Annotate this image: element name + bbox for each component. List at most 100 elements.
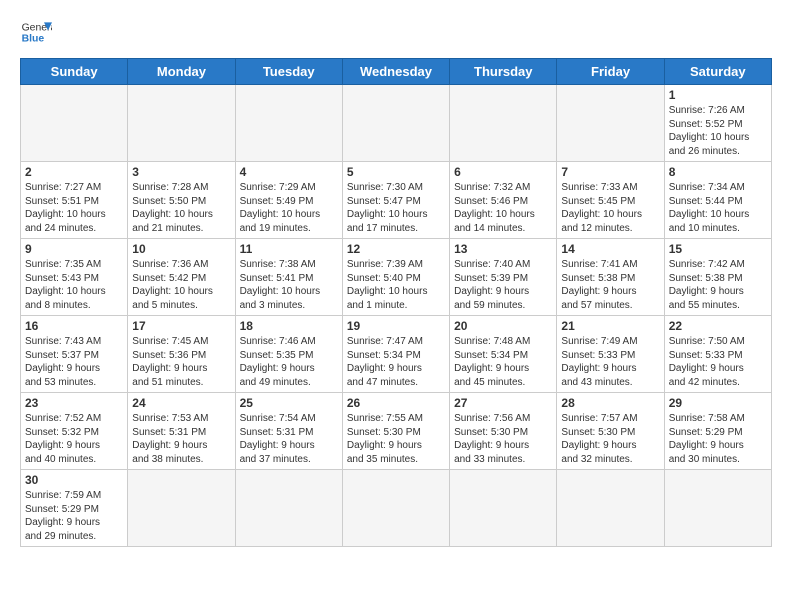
- calendar-cell: 12Sunrise: 7:39 AM Sunset: 5:40 PM Dayli…: [342, 239, 449, 316]
- calendar-cell: 20 Sunrise: 7:48 AM Sunset: 5:34 PM Dayli…: [450, 316, 557, 393]
- day-number: 25: [240, 396, 338, 410]
- day-number: 1: [669, 88, 767, 102]
- day-number: 19: [347, 319, 445, 333]
- calendar-cell: [342, 85, 449, 162]
- weekday-header-tuesday: Tuesday: [235, 59, 342, 85]
- day-number: 20: [454, 319, 552, 333]
- day-number: 6: [454, 165, 552, 179]
- calendar-cell: 29 Sunrise: 7:58 AM Sunset: 5:29 PM Dayli…: [664, 393, 771, 470]
- calendar-cell: [450, 85, 557, 162]
- weekday-header-monday: Monday: [128, 59, 235, 85]
- day-info: Sunrise: 7:58 AM Sunset: 5:29 PM Dayligh…: [669, 412, 767, 466]
- calendar-cell: 16Sunrise: 7:43 AM Sunset: 5:37 PM Dayli…: [21, 316, 128, 393]
- generalblue-logo-icon: General Blue: [20, 16, 52, 48]
- day-number: 2: [25, 165, 123, 179]
- calendar-cell: 5Sunrise: 7:30 AM Sunset: 5:47 PM Daylig…: [342, 162, 449, 239]
- calendar-cell: 4 Sunrise: 7:29 AM Sunset: 5:49 PM Daylig…: [235, 162, 342, 239]
- calendar-cell: [557, 85, 664, 162]
- calendar-cell: 15 Sunrise: 7:42 AM Sunset: 5:38 PM Dayli…: [664, 239, 771, 316]
- calendar-cell: 11 Sunrise: 7:38 AM Sunset: 5:41 PM Dayli…: [235, 239, 342, 316]
- day-info: Sunrise: 7:45 AM Sunset: 5:36 PM Dayligh…: [132, 335, 230, 389]
- calendar-cell: 18 Sunrise: 7:46 AM Sunset: 5:35 PM Dayli…: [235, 316, 342, 393]
- day-number: 26: [347, 396, 445, 410]
- calendar-cell: 19 Sunrise: 7:47 AM Sunset: 5:34 PM Dayli…: [342, 316, 449, 393]
- day-info: Sunrise: 7:34 AM Sunset: 5:44 PM Dayligh…: [669, 181, 767, 235]
- day-info: Sunrise: 7:36 AM Sunset: 5:42 PM Dayligh…: [132, 258, 230, 312]
- day-number: 24: [132, 396, 230, 410]
- day-info: Sunrise: 7:42 AM Sunset: 5:38 PM Dayligh…: [669, 258, 767, 312]
- weekday-header-row: SundayMondayTuesdayWednesdayThursdayFrid…: [21, 59, 772, 85]
- week-row-2: 9 Sunrise: 7:35 AM Sunset: 5:43 PM Daylig…: [21, 239, 772, 316]
- day-info: Sunrise: 7:32 AM Sunset: 5:46 PM Dayligh…: [454, 181, 552, 235]
- day-info: Sunrise: 7:33 AM Sunset: 5:45 PM Dayligh…: [561, 181, 659, 235]
- calendar-cell: 25Sunrise: 7:54 AM Sunset: 5:31 PM Dayli…: [235, 393, 342, 470]
- day-info: Sunrise: 7:30 AM Sunset: 5:47 PM Dayligh…: [347, 181, 445, 235]
- calendar-cell: [21, 85, 128, 162]
- day-number: 28: [561, 396, 659, 410]
- calendar-cell: [342, 470, 449, 547]
- calendar-cell: 9 Sunrise: 7:35 AM Sunset: 5:43 PM Daylig…: [21, 239, 128, 316]
- calendar-cell: 3 Sunrise: 7:28 AM Sunset: 5:50 PM Daylig…: [128, 162, 235, 239]
- day-number: 7: [561, 165, 659, 179]
- day-info: Sunrise: 7:53 AM Sunset: 5:31 PM Dayligh…: [132, 412, 230, 466]
- calendar-cell: 28 Sunrise: 7:57 AM Sunset: 5:30 PM Dayli…: [557, 393, 664, 470]
- day-info: Sunrise: 7:38 AM Sunset: 5:41 PM Dayligh…: [240, 258, 338, 312]
- day-number: 18: [240, 319, 338, 333]
- calendar-cell: 17 Sunrise: 7:45 AM Sunset: 5:36 PM Dayli…: [128, 316, 235, 393]
- day-info: Sunrise: 7:27 AM Sunset: 5:51 PM Dayligh…: [25, 181, 123, 235]
- day-number: 4: [240, 165, 338, 179]
- svg-text:Blue: Blue: [22, 34, 45, 45]
- calendar-cell: [664, 470, 771, 547]
- day-number: 9: [25, 242, 123, 256]
- week-row-3: 16Sunrise: 7:43 AM Sunset: 5:37 PM Dayli…: [21, 316, 772, 393]
- calendar-cell: 21 Sunrise: 7:49 AM Sunset: 5:33 PM Dayli…: [557, 316, 664, 393]
- calendar-cell: 1 Sunrise: 7:26 AM Sunset: 5:52 PM Daylig…: [664, 85, 771, 162]
- day-info: Sunrise: 7:50 AM Sunset: 5:33 PM Dayligh…: [669, 335, 767, 389]
- weekday-header-sunday: Sunday: [21, 59, 128, 85]
- calendar-cell: 22 Sunrise: 7:50 AM Sunset: 5:33 PM Dayli…: [664, 316, 771, 393]
- day-number: 14: [561, 242, 659, 256]
- day-info: Sunrise: 7:49 AM Sunset: 5:33 PM Dayligh…: [561, 335, 659, 389]
- weekday-header-saturday: Saturday: [664, 59, 771, 85]
- day-number: 22: [669, 319, 767, 333]
- calendar-cell: 14 Sunrise: 7:41 AM Sunset: 5:38 PM Dayli…: [557, 239, 664, 316]
- day-info: Sunrise: 7:35 AM Sunset: 5:43 PM Dayligh…: [25, 258, 123, 312]
- calendar-cell: 26Sunrise: 7:55 AM Sunset: 5:30 PM Dayli…: [342, 393, 449, 470]
- week-row-0: 1 Sunrise: 7:26 AM Sunset: 5:52 PM Daylig…: [21, 85, 772, 162]
- day-number: 11: [240, 242, 338, 256]
- calendar-cell: 8 Sunrise: 7:34 AM Sunset: 5:44 PM Daylig…: [664, 162, 771, 239]
- day-number: 17: [132, 319, 230, 333]
- logo: General Blue: [20, 16, 52, 48]
- calendar-cell: [557, 470, 664, 547]
- day-number: 29: [669, 396, 767, 410]
- day-info: Sunrise: 7:57 AM Sunset: 5:30 PM Dayligh…: [561, 412, 659, 466]
- calendar-cell: [235, 85, 342, 162]
- day-number: 3: [132, 165, 230, 179]
- day-number: 15: [669, 242, 767, 256]
- day-info: Sunrise: 7:26 AM Sunset: 5:52 PM Dayligh…: [669, 104, 767, 158]
- day-number: 21: [561, 319, 659, 333]
- day-number: 16: [25, 319, 123, 333]
- day-number: 13: [454, 242, 552, 256]
- day-info: Sunrise: 7:46 AM Sunset: 5:35 PM Dayligh…: [240, 335, 338, 389]
- weekday-header-friday: Friday: [557, 59, 664, 85]
- day-number: 23: [25, 396, 123, 410]
- day-info: Sunrise: 7:40 AM Sunset: 5:39 PM Dayligh…: [454, 258, 552, 312]
- calendar-cell: [450, 470, 557, 547]
- day-info: Sunrise: 7:41 AM Sunset: 5:38 PM Dayligh…: [561, 258, 659, 312]
- day-info: Sunrise: 7:29 AM Sunset: 5:49 PM Dayligh…: [240, 181, 338, 235]
- day-number: 27: [454, 396, 552, 410]
- week-row-4: 23 Sunrise: 7:52 AM Sunset: 5:32 PM Dayli…: [21, 393, 772, 470]
- calendar-cell: 7 Sunrise: 7:33 AM Sunset: 5:45 PM Daylig…: [557, 162, 664, 239]
- day-info: Sunrise: 7:47 AM Sunset: 5:34 PM Dayligh…: [347, 335, 445, 389]
- day-info: Sunrise: 7:52 AM Sunset: 5:32 PM Dayligh…: [25, 412, 123, 466]
- calendar-cell: 24 Sunrise: 7:53 AM Sunset: 5:31 PM Dayli…: [128, 393, 235, 470]
- calendar-cell: 23 Sunrise: 7:52 AM Sunset: 5:32 PM Dayli…: [21, 393, 128, 470]
- day-info: Sunrise: 7:48 AM Sunset: 5:34 PM Dayligh…: [454, 335, 552, 389]
- day-info: Sunrise: 7:28 AM Sunset: 5:50 PM Dayligh…: [132, 181, 230, 235]
- day-info: Sunrise: 7:56 AM Sunset: 5:30 PM Dayligh…: [454, 412, 552, 466]
- day-number: 8: [669, 165, 767, 179]
- day-info: Sunrise: 7:59 AM Sunset: 5:29 PM Dayligh…: [25, 489, 123, 543]
- day-number: 10: [132, 242, 230, 256]
- week-row-5: 30Sunrise: 7:59 AM Sunset: 5:29 PM Dayli…: [21, 470, 772, 547]
